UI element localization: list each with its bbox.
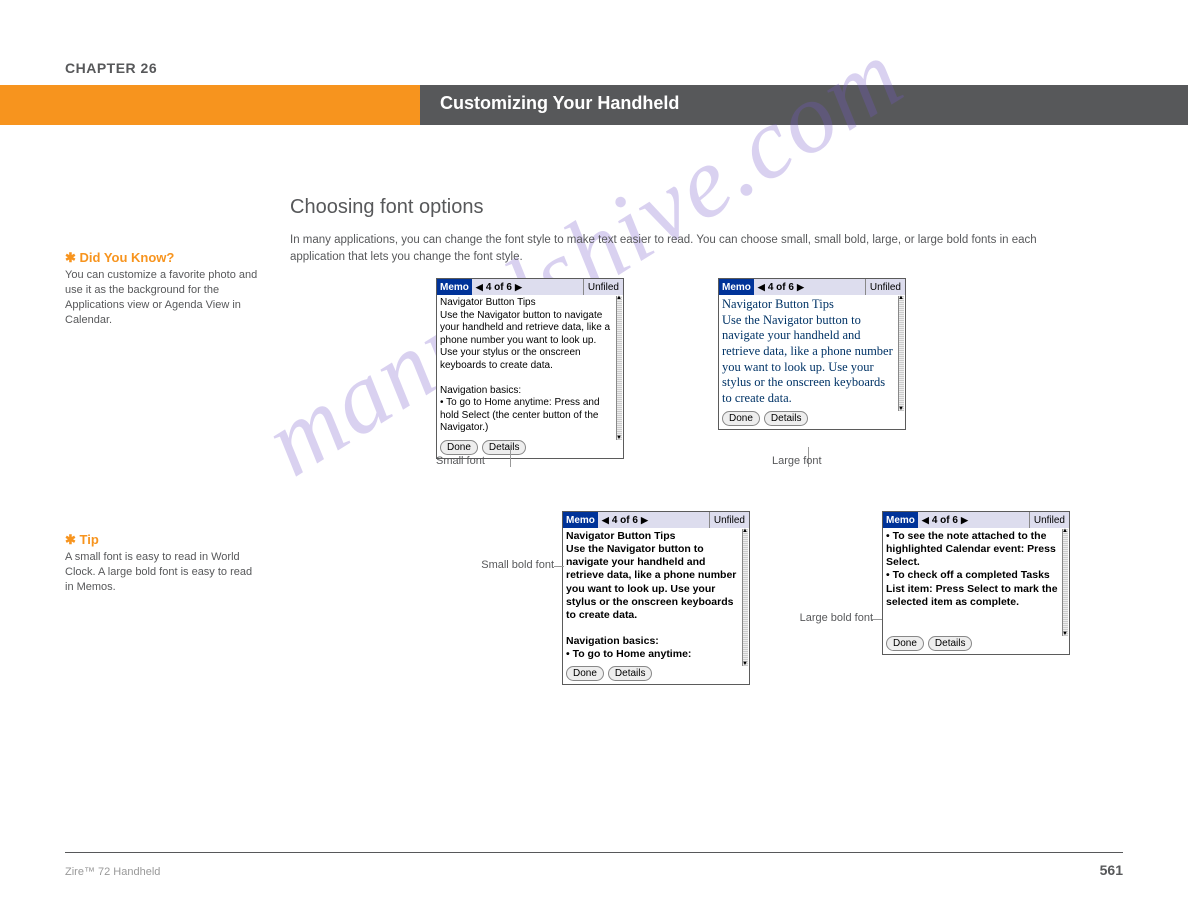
caption-large-bold-font: Large bold font [788, 611, 873, 626]
star-icon: ✱ [65, 250, 80, 265]
memo-header: Memo ◀4 of 6▶ Unfiled [719, 279, 905, 295]
memo-small-bold-font: Memo ◀4 of 6▶ Unfiled Navigator Button T… [562, 511, 750, 685]
memo-large-bold-font: Memo ◀4 of 6▶ Unfiled • To see the note … [882, 511, 1070, 655]
details-button[interactable]: Details [764, 411, 809, 426]
memo-nav[interactable]: ◀4 of 6▶ [918, 512, 1029, 528]
scrollbar[interactable] [742, 529, 748, 666]
scrollbar[interactable] [1062, 529, 1068, 636]
scrollbar[interactable] [898, 296, 904, 411]
tip-body: You can customize a favorite photo and u… [65, 268, 260, 327]
chevron-right-icon[interactable]: ▶ [641, 515, 648, 526]
memo-category[interactable]: Unfiled [583, 279, 623, 295]
memo-nav[interactable]: ◀4 of 6▶ [472, 279, 583, 295]
memo-tag: Memo [883, 512, 918, 528]
chapter-accent [0, 85, 420, 125]
memo-footer: Done Details [883, 633, 1069, 654]
footer-page-number: 561 [1100, 862, 1123, 878]
memo-body: Navigator Button Tips Use the Navigator … [437, 295, 623, 437]
memo-header: Memo ◀4 of 6▶ Unfiled [883, 512, 1069, 528]
chevron-left-icon[interactable]: ◀ [476, 282, 483, 293]
done-button[interactable]: Done [722, 411, 760, 426]
chapter-label: CHAPTER 26 [65, 60, 157, 76]
memo-body: Navigator Button Tips Use the Navigator … [563, 528, 749, 663]
memo-body: Navigator Button Tips Use the Navigator … [719, 295, 905, 408]
footer-divider [65, 852, 1123, 853]
chevron-right-icon[interactable]: ▶ [797, 282, 804, 293]
caption-small-bold-font: Small bold font [454, 558, 554, 573]
chevron-right-icon[interactable]: ▶ [515, 282, 522, 293]
memo-body: • To see the note attached to the highli… [883, 528, 1069, 633]
chevron-right-icon[interactable]: ▶ [961, 515, 968, 526]
memo-category[interactable]: Unfiled [709, 512, 749, 528]
caption-small-font: Small font [436, 454, 586, 469]
done-button[interactable]: Done [886, 636, 924, 651]
section-intro: In many applications, you can change the… [290, 232, 1070, 267]
details-button[interactable]: Details [608, 666, 653, 681]
memo-footer: Done Details [719, 408, 905, 429]
sidebar-tip-2: ✱ Tip A small font is easy to read in Wo… [65, 532, 260, 595]
chevron-left-icon[interactable]: ◀ [922, 515, 929, 526]
scrollbar[interactable] [616, 296, 622, 440]
section-title: Choosing font options [290, 196, 483, 219]
memo-header: Memo ◀4 of 6▶ Unfiled [563, 512, 749, 528]
sidebar-tip-1: ✱ Did You Know? You can customize a favo… [65, 250, 260, 327]
memo-header: Memo ◀4 of 6▶ Unfiled [437, 279, 623, 295]
leader-line [872, 619, 882, 620]
chevron-left-icon[interactable]: ◀ [758, 282, 765, 293]
memo-category[interactable]: Unfiled [1029, 512, 1069, 528]
details-button[interactable]: Details [928, 636, 973, 651]
chapter-title: Customizing Your Handheld [440, 93, 679, 114]
memo-tag: Memo [719, 279, 754, 295]
tip-lead: ✱ Tip [65, 532, 260, 548]
done-button[interactable]: Done [440, 440, 478, 455]
done-button[interactable]: Done [566, 666, 604, 681]
chevron-left-icon[interactable]: ◀ [602, 515, 609, 526]
details-button[interactable]: Details [482, 440, 527, 455]
tip-lead: ✱ Did You Know? [65, 250, 260, 266]
memo-tag: Memo [437, 279, 472, 295]
memo-nav[interactable]: ◀4 of 6▶ [598, 512, 709, 528]
memo-footer: Done Details [563, 663, 749, 684]
memo-small-font: Memo ◀4 of 6▶ Unfiled Navigator Button T… [436, 278, 624, 459]
memo-category[interactable]: Unfiled [865, 279, 905, 295]
footer-product: Zire™ 72 Handheld [65, 866, 160, 878]
memo-tag: Memo [563, 512, 598, 528]
leader-line [554, 566, 564, 567]
memo-large-font: Memo ◀4 of 6▶ Unfiled Navigator Button T… [718, 278, 906, 430]
memo-nav[interactable]: ◀4 of 6▶ [754, 279, 865, 295]
star-icon: ✱ [65, 532, 80, 547]
tip-body: A small font is easy to read in World Cl… [65, 550, 260, 595]
caption-large-font: Large font [772, 454, 872, 469]
